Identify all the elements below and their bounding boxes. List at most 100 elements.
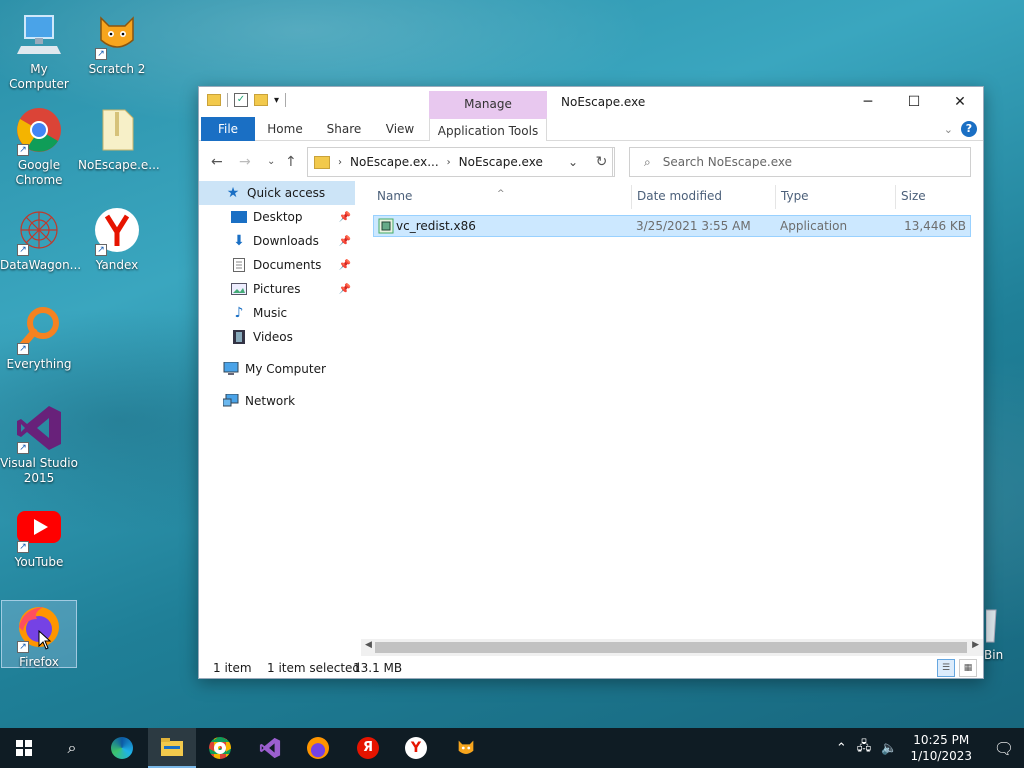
nav-item-downloads[interactable]: ⬇ Downloads 📌 (199, 229, 355, 253)
pin-icon[interactable]: 📌 (339, 236, 351, 247)
shortcut-arrow-icon: ↗ (17, 343, 29, 355)
file-type: Application (780, 219, 848, 233)
minimize-button[interactable]: ─ (845, 87, 891, 117)
desktop-icon-recycle-bin[interactable]: Bin (984, 608, 1024, 663)
chevron-up-icon[interactable]: ⌃ (836, 741, 847, 756)
nav-item-quick-access[interactable]: ★ Quick access (199, 181, 355, 205)
search-input[interactable]: ⌕ Search NoEscape.exe (629, 147, 971, 177)
table-row[interactable]: vc_redist.x86 3/25/2021 3:55 AM Applicat… (373, 215, 971, 237)
notification-icon[interactable]: 🗨 (984, 739, 1024, 758)
chevron-right-icon[interactable]: › (447, 157, 451, 168)
chevron-down-icon[interactable]: ⌄ (562, 155, 584, 169)
column-header-size[interactable]: Size (901, 189, 926, 203)
clock[interactable]: 10:25 PM 1/10/2023 (910, 732, 972, 764)
desktop-icon-everything[interactable]: ↗ Everything (0, 305, 78, 372)
manage-contextual-tab[interactable]: Manage (429, 91, 547, 117)
nav-item-desktop[interactable]: Desktop 📌 (199, 205, 355, 229)
nav-item-videos[interactable]: Videos (199, 325, 355, 349)
desktop-icon-noescape[interactable]: NoEscape.e... (78, 106, 160, 173)
taskbar-yandex[interactable]: Y (392, 728, 440, 768)
taskbar-firefox[interactable] (294, 728, 342, 768)
nav-item-my-computer[interactable]: My Computer (199, 357, 355, 381)
scrollbar-thumb[interactable] (375, 642, 967, 653)
details-view-icon[interactable]: ☰ (937, 659, 955, 677)
tab-share[interactable]: Share (319, 117, 369, 141)
chevron-right-icon[interactable]: › (338, 157, 342, 168)
ribbon-tabs: File Home Share View Application Tools ⌄… (199, 117, 983, 141)
nav-item-music[interactable]: ♪ Music (199, 301, 355, 325)
desktop-icon-my-computer[interactable]: My Computer (0, 10, 78, 92)
scroll-left-icon[interactable]: ◀ (365, 640, 372, 650)
large-icons-view-icon[interactable]: ▦ (959, 659, 977, 677)
breadcrumb-item[interactable]: NoEscape.ex... (350, 155, 439, 169)
desktop-icon-label: Firefox (19, 655, 59, 669)
folder-icon[interactable] (207, 94, 221, 106)
speaker-icon[interactable]: 🔈 (881, 741, 897, 756)
desktop-icon-label: My Computer (9, 62, 69, 91)
pin-icon[interactable]: 📌 (339, 212, 351, 223)
zip-folder-icon (93, 106, 141, 154)
tab-application-tools[interactable]: Application Tools (429, 117, 547, 141)
search-icon: ⌕ (644, 154, 651, 169)
file-explorer-window: ✓ ▾ Manage NoEscape.exe ─ ☐ ✕ File Home … (198, 86, 984, 679)
recent-locations-chevron-icon[interactable]: ⌄ (267, 156, 275, 167)
desktop-icon-visual-studio[interactable]: ↗ Visual Studio 2015 (0, 404, 78, 486)
download-arrow-icon: ⬇ (233, 233, 245, 249)
desktop-icon-youtube[interactable]: ↗ YouTube (0, 503, 78, 570)
network-icon[interactable]: 🖧 (857, 737, 872, 759)
refresh-button[interactable]: ↻ (589, 147, 615, 177)
yandex-icon: ↗ (93, 206, 141, 256)
scroll-right-icon[interactable]: ▶ (972, 640, 979, 650)
column-header-name[interactable]: Name (377, 189, 412, 203)
computer-icon (223, 361, 239, 377)
desktop-icon-scratch[interactable]: ↗ Scratch 2 (78, 10, 156, 77)
taskbar-yandex-browser[interactable]: Я (344, 728, 392, 768)
column-header-date[interactable]: Date modified (637, 189, 722, 203)
start-button[interactable] (0, 728, 48, 768)
item-count: 1 item (213, 661, 252, 675)
desktop-icon-datawagon[interactable]: ↗ DataWagon... (0, 206, 82, 273)
horizontal-scrollbar[interactable]: ◀ ▶ (361, 639, 983, 656)
up-arrow-icon[interactable]: ↑ (285, 154, 297, 170)
folder-icon (161, 738, 183, 756)
file-list: ^ Name Date modified Type Size vc_redist… (371, 181, 973, 641)
desktop-icon-yandex[interactable]: ↗ Yandex (78, 206, 156, 273)
desktop-icon-label: Visual Studio 2015 (0, 456, 78, 485)
taskbar-visual-studio[interactable] (246, 728, 294, 768)
back-arrow-icon[interactable]: ← (211, 154, 223, 170)
desktop-icon-label: DataWagon... (0, 258, 82, 272)
close-button[interactable]: ✕ (937, 87, 983, 117)
shortcut-arrow-icon: ↗ (95, 244, 107, 256)
taskbar-scratch[interactable] (442, 728, 490, 768)
expand-ribbon-icon[interactable]: ⌄ (944, 123, 953, 136)
nav-item-documents[interactable]: Documents 📌 (199, 253, 355, 277)
taskbar-chrome[interactable] (196, 728, 244, 768)
column-header-type[interactable]: Type (781, 189, 809, 203)
chevron-down-icon[interactable]: ▾ (274, 95, 279, 106)
nav-item-network[interactable]: Network (199, 389, 355, 413)
desktop-icon-chrome[interactable]: ↗ Google Chrome (0, 106, 78, 188)
address-box[interactable]: › NoEscape.ex... › NoEscape.exe ⌄ (307, 147, 613, 177)
search-placeholder: Search NoEscape.exe (662, 155, 792, 169)
search-icon[interactable]: ⌕ (48, 728, 96, 768)
taskbar-edge[interactable] (98, 728, 146, 768)
properties-icon[interactable]: ✓ (234, 93, 248, 107)
clock-time: 10:25 PM (913, 733, 970, 747)
file-size: 13,446 KB (904, 219, 966, 233)
forward-arrow-icon[interactable]: → (239, 154, 251, 170)
desktop-icon-label: Everything (6, 357, 72, 371)
file-date: 3/25/2021 3:55 AM (636, 219, 751, 233)
tab-home[interactable]: Home (261, 117, 309, 141)
taskbar-file-explorer[interactable] (148, 728, 196, 768)
film-icon (231, 329, 247, 345)
pin-icon[interactable]: 📌 (339, 284, 351, 295)
pin-icon[interactable]: 📌 (339, 260, 351, 271)
new-folder-icon[interactable] (254, 94, 268, 106)
nav-item-pictures[interactable]: Pictures 📌 (199, 277, 355, 301)
help-icon[interactable]: ? (961, 121, 977, 137)
magnifier-icon: ↗ (15, 305, 63, 355)
tab-view[interactable]: View (377, 117, 423, 141)
maximize-button[interactable]: ☐ (891, 87, 937, 117)
breadcrumb-item[interactable]: NoEscape.exe (459, 155, 543, 169)
tab-file[interactable]: File (201, 117, 255, 141)
